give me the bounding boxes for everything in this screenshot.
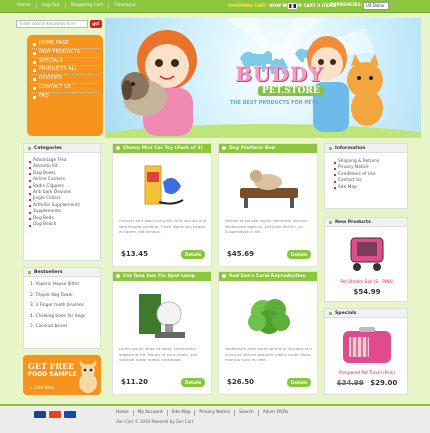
menu-item-new-products[interactable]: NEW PRODUCTS: [31, 49, 99, 58]
footer-link[interactable]: My Account: [134, 410, 168, 416]
currency-select[interactable]: US Dollar: [363, 2, 389, 10]
details-button[interactable]: Details: [287, 378, 311, 387]
english-flag-icon[interactable]: [288, 3, 297, 9]
payment-logos: [34, 411, 76, 418]
product-price: $11.20: [121, 378, 149, 386]
chihuahua-image: [79, 361, 97, 393]
footer-nav: Home My Account Site Map Privacy Notice …: [112, 410, 292, 416]
menu-item-products-all[interactable]: PRODUCTS ALL: [31, 66, 99, 76]
top-nav-home[interactable]: Home: [12, 3, 37, 9]
bestsellers-box: Bestsellers 1. Vaporic House Sitter 2. T…: [23, 267, 101, 349]
product-description: Vestibulum ante ipsum primis in faucibus…: [225, 346, 312, 362]
store-logo-main: BUDDY: [235, 62, 324, 86]
sun-lamp-image[interactable]: [133, 288, 193, 342]
promo-line2: FOOD SAMPLE: [28, 371, 77, 378]
product-title[interactable]: Cat Tosa Sun Clo Spot Lamp 150W: [113, 272, 211, 288]
dog-bed-image[interactable]: [234, 164, 304, 212]
mastercard-icon: [49, 411, 61, 418]
information-title: Information: [325, 144, 407, 153]
special-price-row: $34.99 $29.00: [325, 379, 409, 387]
product-title[interactable]: Red Sea's Coral Reproduction: [219, 272, 317, 281]
category-item[interactable]: Dog Beach: [24, 222, 100, 228]
footer-link[interactable]: Site Map: [168, 410, 196, 416]
coral-image[interactable]: [239, 288, 299, 342]
cart-info[interactable]: SHOPPING CART: NOW IN YOUR CART 0 ITEMS: [228, 3, 336, 9]
footer-link[interactable]: Adver DVDs: [259, 410, 293, 416]
info-link[interactable]: Site Map: [329, 185, 407, 191]
top-bar: Home Log Out Shopping Cart Checkout SHOP…: [0, 0, 430, 13]
details-button[interactable]: Details: [181, 250, 205, 259]
bestseller-item[interactable]: 2. Tripple dog Tower: [24, 291, 100, 302]
cat-toy-image[interactable]: [133, 162, 193, 212]
menu-item-home[interactable]: HOME PAGE: [31, 40, 99, 49]
special-new-price: $29.00: [370, 379, 398, 387]
paypal-icon: [34, 411, 46, 418]
product-price: $26.50: [227, 378, 255, 386]
store-logo-sub: PET.STORE: [258, 86, 324, 96]
cart-label: SHOPPING CART:: [228, 3, 268, 8]
copyright: Zen Cart © 2010 Powered by Zen Cart: [116, 419, 194, 424]
product-price: $13.45: [121, 250, 149, 258]
specials-box: Specials Pampered Pet Travel (Pink) $34.…: [324, 308, 408, 395]
product-card: Red Sea's Coral Reproduction Vestibulum …: [218, 271, 318, 395]
product-card: Dog Platform Bed Nullam at est sed augue…: [218, 143, 318, 267]
top-nav-logout[interactable]: Log Out: [37, 3, 66, 9]
product-card: Cat Tosa Sun Clo Spot Lamp 150W Lorem ip…: [112, 271, 212, 395]
bestsellers-title: Bestsellers: [24, 268, 100, 277]
currency-label: CURRENCIES:: [330, 3, 363, 8]
footer: Home My Account Site Map Privacy Notice …: [0, 404, 430, 433]
search-button[interactable]: go!: [90, 20, 102, 28]
categories-list: Advantage Flea Advanta Kit Dog Bowls Air…: [24, 153, 100, 228]
promo-line1: GET FREE: [28, 361, 75, 371]
visa-icon: [64, 411, 76, 418]
details-button[interactable]: Details: [287, 250, 311, 259]
product-description: Consect etur adipi scing elit. Duis sed …: [119, 218, 207, 234]
pet-carrier-image[interactable]: [339, 325, 395, 367]
new-product-name[interactable]: Pet Stroller Ball (S - PINK): [325, 279, 409, 284]
new-products-title: New Products: [325, 218, 407, 227]
menu-item-contact[interactable]: CONTACT US: [31, 84, 99, 93]
bestsellers-list: 1. Vaporic House Sitter 2. Tripple dog T…: [24, 277, 100, 333]
promo-click-link[interactable]: » Click Here: [30, 385, 54, 390]
top-nav-cart[interactable]: Shopping Cart: [66, 3, 110, 9]
search-input[interactable]: Enter search keywords here: [16, 20, 88, 28]
top-nav-checkout[interactable]: Checkout: [109, 3, 141, 9]
top-nav: Home Log Out Shopping Cart Checkout: [12, 3, 141, 9]
information-list: Shipping & Returns Privacy Notice Condit…: [325, 153, 407, 191]
special-product-name[interactable]: Pampered Pet Travel (Pink): [325, 370, 409, 375]
main-menu: HOME PAGE NEW PRODUCTS SPECIALS PRODUCTS…: [27, 35, 103, 136]
menu-item-faq[interactable]: FAQ: [31, 93, 99, 101]
menu-item-specials[interactable]: SPECIALS: [31, 58, 99, 67]
bestseller-item[interactable]: 3. 3 Finger tooth brushes: [24, 301, 100, 312]
menu-item-reviews[interactable]: REVIEWS: [31, 75, 99, 84]
product-card: Chewy Mini Cat Toy (Pack of 3) Consect e…: [112, 143, 212, 267]
footer-link[interactable]: Privacy Notice: [195, 410, 236, 416]
product-description: Lorem ipsum dolor sit amet, consectetur …: [119, 346, 198, 362]
footer-link[interactable]: Search: [235, 410, 259, 416]
categories-box: Categories Advantage Flea Advanta Kit Do…: [23, 143, 101, 261]
details-button[interactable]: Details: [181, 378, 205, 387]
new-products-box: New Products Pet Stroller Ball (S - PINK…: [324, 217, 408, 302]
bestseller-item[interactable]: 4. Chewing bone for dogs: [24, 312, 100, 323]
product-description: Nullam at est sed augue commodo ultrices…: [225, 218, 308, 234]
special-old-price: $34.99: [336, 379, 364, 387]
stroller-image[interactable]: [347, 232, 387, 272]
footer-link[interactable]: Home: [112, 410, 134, 416]
product-price: $45.69: [227, 250, 255, 258]
free-sample-promo[interactable]: GET FREE FOOD SAMPLE » Click Here: [23, 355, 101, 395]
product-title[interactable]: Dog Platform Bed: [219, 144, 317, 153]
specials-title: Specials: [325, 309, 407, 318]
store-tagline: THE BEST PRODUCTS FOR PETS: [230, 100, 319, 106]
bestseller-item[interactable]: 5. Coconut beans: [24, 322, 100, 333]
new-product-price: $54.99: [353, 288, 381, 296]
cart-value: NOW IN YOUR CART 0 ITEMS: [269, 3, 336, 8]
categories-title: Categories: [24, 144, 100, 153]
product-title[interactable]: Chewy Mini Cat Toy (Pack of 3): [113, 144, 211, 153]
bestseller-item[interactable]: 1. Vaporic House Sitter: [24, 280, 100, 291]
information-box: Information Shipping & Returns Privacy N…: [324, 143, 408, 209]
